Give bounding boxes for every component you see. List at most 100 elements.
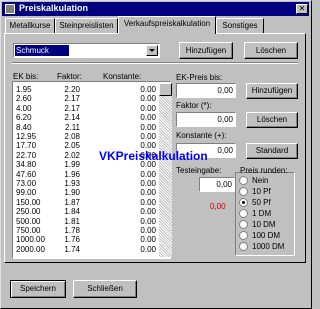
konstante-cell: 0.00 bbox=[140, 207, 156, 217]
konstante-cell: 0.00 bbox=[140, 122, 156, 132]
table-row[interactable]: 47.60 1.96 0.00 bbox=[16, 170, 156, 179]
category-selected-value: Schmuck bbox=[15, 45, 69, 56]
table-row[interactable]: 1000.00 1.76 0.00 bbox=[16, 235, 156, 244]
konstante-cell: 0.00 bbox=[140, 179, 156, 188]
scroll-thumb[interactable] bbox=[159, 83, 172, 96]
standard-button[interactable]: Standard bbox=[246, 143, 298, 159]
konstante-cell: 0.00 bbox=[140, 197, 156, 207]
ek-cell: 22.70 bbox=[16, 150, 37, 160]
rounding-option-label[interactable]: 50 Pf bbox=[252, 198, 271, 207]
ek-cell: 99.00 bbox=[16, 188, 37, 198]
ek-price-input[interactable]: 0,00 bbox=[176, 83, 236, 98]
ek-cell: 4.00 bbox=[16, 103, 32, 113]
ek-cell: 6.20 bbox=[16, 113, 32, 123]
konstante-cell: 0.00 bbox=[140, 188, 156, 198]
divider bbox=[12, 62, 298, 64]
faktor-cell: 2.11 bbox=[65, 122, 80, 132]
faktor-cell: 1.99 bbox=[64, 160, 80, 170]
table-row[interactable]: 6.20 2.14 0.00 bbox=[16, 113, 156, 122]
ek-cell: 150.00 bbox=[16, 197, 41, 207]
ek-cell: 17.70 bbox=[16, 141, 37, 151]
konstante-cell: 0.00 bbox=[140, 235, 156, 245]
rounding-radio[interactable] bbox=[239, 176, 248, 185]
rounding-radio[interactable] bbox=[239, 209, 248, 218]
rounding-option-label[interactable]: 10 Pf bbox=[252, 187, 271, 196]
faktor-input[interactable]: 0,00 bbox=[176, 112, 236, 127]
tab-steinpreislisten[interactable]: Steinpreislisten bbox=[55, 18, 118, 33]
faktor-cell: 2.17 bbox=[64, 94, 80, 104]
table-row[interactable]: 73.00 1.93 0.00 bbox=[16, 179, 156, 188]
table-row[interactable]: 2.60 2.17 0.00 bbox=[16, 94, 156, 103]
ek-cell: 1.95 bbox=[16, 85, 32, 94]
chevron-down-icon[interactable] bbox=[146, 45, 158, 56]
faktor-cell: 1.74 bbox=[64, 244, 80, 254]
ek-cell: 250.00 bbox=[16, 207, 41, 217]
table-row[interactable]: 250.00 1.84 0.00 bbox=[16, 207, 156, 216]
window-title: Preiskalkulation bbox=[19, 3, 89, 13]
faktor-cell: 1.96 bbox=[64, 169, 80, 179]
delete-category-button[interactable]: Löschen bbox=[244, 42, 298, 59]
tab-sonstiges[interactable]: Sonstiges bbox=[216, 18, 264, 33]
table-row[interactable]: 750.00 1.78 0.00 bbox=[16, 226, 156, 235]
konstante-cell: 0.00 bbox=[140, 113, 156, 123]
table-row[interactable]: 150.00 1.87 0.00 bbox=[16, 198, 156, 207]
title-bar[interactable]: Preiskalkulation ✕ bbox=[2, 2, 309, 16]
konstante-cell: 0.00 bbox=[140, 94, 156, 104]
faktor-cell: 1.93 bbox=[64, 179, 80, 188]
delete-row-button[interactable]: Löschen bbox=[246, 112, 298, 128]
ek-cell: 750.00 bbox=[16, 226, 41, 235]
rounding-option-label[interactable]: 1000 DM bbox=[252, 242, 284, 251]
test-input[interactable]: 0,00 bbox=[199, 177, 235, 192]
price-table[interactable]: 1.95 2.20 0.00 2.60 2.17 0.00 4.00 2.17 0.00 6.20… bbox=[12, 81, 171, 259]
tab-metallkurse[interactable]: Metallkurse bbox=[5, 18, 55, 33]
table-row[interactable]: 500.00 1.81 0.00 bbox=[16, 217, 156, 226]
konstante-cell: 0.00 bbox=[140, 85, 156, 94]
table-row[interactable]: 12.95 2.08 0.00 bbox=[16, 132, 156, 141]
app-icon bbox=[5, 4, 15, 14]
faktor-cell: 1.78 bbox=[64, 226, 80, 235]
category-select[interactable]: Schmuck bbox=[13, 43, 160, 58]
table-row[interactable]: 4.00 2.17 0.00 bbox=[16, 104, 156, 113]
close-button[interactable]: ✕ bbox=[296, 4, 308, 14]
close-icon: ✕ bbox=[298, 4, 306, 13]
watermark-label: VKPreiskalkulation bbox=[99, 149, 208, 163]
rounding-title: Preis runden: bbox=[240, 166, 288, 175]
rounding-radio[interactable] bbox=[239, 187, 248, 196]
ek-cell: 2.60 bbox=[16, 94, 32, 104]
add-category-button[interactable]: Hinzufügen bbox=[179, 42, 233, 59]
rounding-radio[interactable] bbox=[239, 242, 248, 251]
konstante-cell: 0.00 bbox=[140, 244, 156, 254]
rounding-radio[interactable] bbox=[239, 198, 248, 207]
rounding-option-label[interactable]: Nein bbox=[252, 176, 268, 185]
konstante-cell: 0.00 bbox=[140, 103, 156, 113]
faktor-cell: 2.02 bbox=[64, 150, 80, 160]
konstante-cell: 0.00 bbox=[140, 216, 156, 226]
vertical-scrollbar[interactable] bbox=[159, 83, 172, 257]
konstante-cell: 0.00 bbox=[140, 226, 156, 235]
table-row[interactable]: 8.40 2.11 0.00 bbox=[16, 123, 156, 132]
save-button[interactable]: Speichern bbox=[10, 280, 66, 298]
table-row[interactable]: 1.95 2.20 0.00 bbox=[16, 85, 156, 94]
faktor-cell: 2.08 bbox=[64, 132, 80, 141]
rounding-radio[interactable] bbox=[239, 231, 248, 240]
faktor-cell: 1.81 bbox=[64, 216, 80, 226]
ek-cell: 2000.00 bbox=[16, 244, 45, 254]
rounding-option-label[interactable]: 10 DM bbox=[252, 220, 276, 229]
table-row[interactable]: 99.00 1.90 0.00 bbox=[16, 188, 156, 197]
column-header-konstante: Konstante: bbox=[103, 72, 142, 81]
table-row[interactable]: 2000.00 1.74 0.00 bbox=[16, 245, 156, 254]
ek-cell: 1000.00 bbox=[16, 235, 45, 245]
ek-cell: 12.95 bbox=[16, 132, 37, 141]
faktor-cell: 1.90 bbox=[64, 188, 80, 198]
ek-cell: 34.80 bbox=[16, 160, 37, 170]
rounding-option-label[interactable]: 1 DM bbox=[252, 209, 271, 218]
faktor-cell: 2.17 bbox=[64, 103, 80, 113]
faktor-cell: 1.84 bbox=[64, 207, 80, 217]
faktor-label: Faktor (*): bbox=[176, 101, 212, 110]
rounding-radio[interactable] bbox=[239, 220, 248, 229]
close-dialog-button[interactable]: Schließen bbox=[73, 280, 137, 298]
add-row-button[interactable]: Hinzufügen bbox=[246, 83, 298, 99]
rounding-option-label[interactable]: 100 DM bbox=[252, 231, 280, 240]
tab-verkaufspreiskalkulation[interactable]: Verkaufspreiskalkulation bbox=[118, 16, 216, 34]
faktor-cell: 2.05 bbox=[64, 141, 80, 151]
